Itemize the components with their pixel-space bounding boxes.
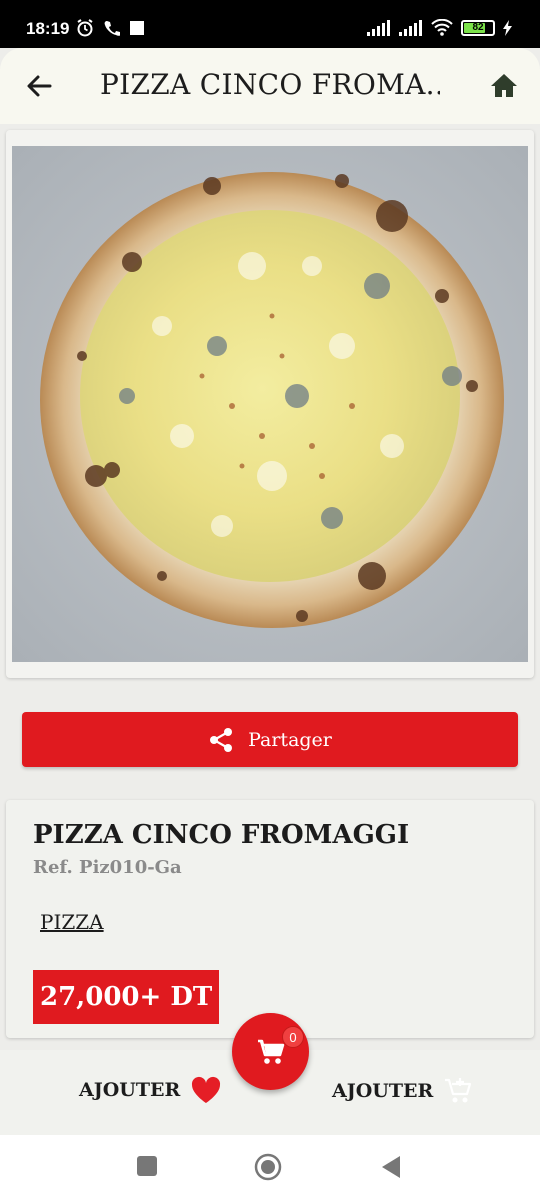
cart-fab[interactable]: 0 (232, 1013, 309, 1090)
add-cart-label: AJOUTER (332, 1080, 434, 1102)
arrow-left-icon[interactable] (22, 66, 56, 106)
status-icons-left (76, 19, 144, 37)
app-bar: PIZZA CINCO FROMA... (0, 48, 540, 124)
cart-icon (257, 1039, 284, 1064)
charging-icon (503, 19, 512, 36)
product-photo[interactable] (12, 146, 528, 662)
favorite-label: AJOUTER (79, 1079, 181, 1101)
add-to-favorites-button[interactable]: AJOUTER (79, 1076, 222, 1104)
alarm-icon (77, 19, 93, 37)
product-category-link[interactable]: PIZZA (40, 910, 104, 934)
back-nav-icon[interactable] (380, 1155, 402, 1179)
home-icon[interactable] (488, 70, 520, 102)
share-label: Partager (248, 728, 332, 751)
signal-icon (367, 19, 390, 36)
wifi-icon (431, 19, 453, 36)
status-bar: 18:19 82 (0, 0, 540, 48)
add-cart-icon (445, 1078, 472, 1103)
battery-icon: 82 (461, 19, 495, 36)
page-title: PIZZA CINCO FROMA... (100, 68, 440, 101)
square-icon (130, 21, 144, 35)
status-time: 18:19 (26, 19, 70, 38)
share-button[interactable]: Partager (22, 712, 518, 767)
product-ref: Ref. Piz010-Ga (33, 857, 182, 878)
product-price: 27,000+ DT (33, 970, 220, 1024)
recents-icon[interactable] (136, 1155, 158, 1177)
pizza-photo (12, 146, 528, 662)
product-image-card (6, 130, 534, 678)
status-icons-right: 82 (367, 19, 512, 36)
system-nav-bar (0, 1135, 540, 1200)
home-nav-icon[interactable] (254, 1153, 282, 1181)
signal-icon (399, 19, 422, 36)
product-info-card: PIZZA CINCO FROMAGGI Ref. Piz010-Ga PIZZ… (6, 800, 534, 1038)
add-to-cart-button[interactable]: AJOUTER (332, 1076, 473, 1106)
product-name: PIZZA CINCO FROMAGGI (33, 820, 410, 850)
phone-icon (104, 21, 120, 36)
share-icon (210, 727, 233, 752)
battery-level: 82 (472, 22, 484, 33)
heart-icon (192, 1076, 221, 1103)
cart-count-badge: 0 (282, 1026, 304, 1048)
